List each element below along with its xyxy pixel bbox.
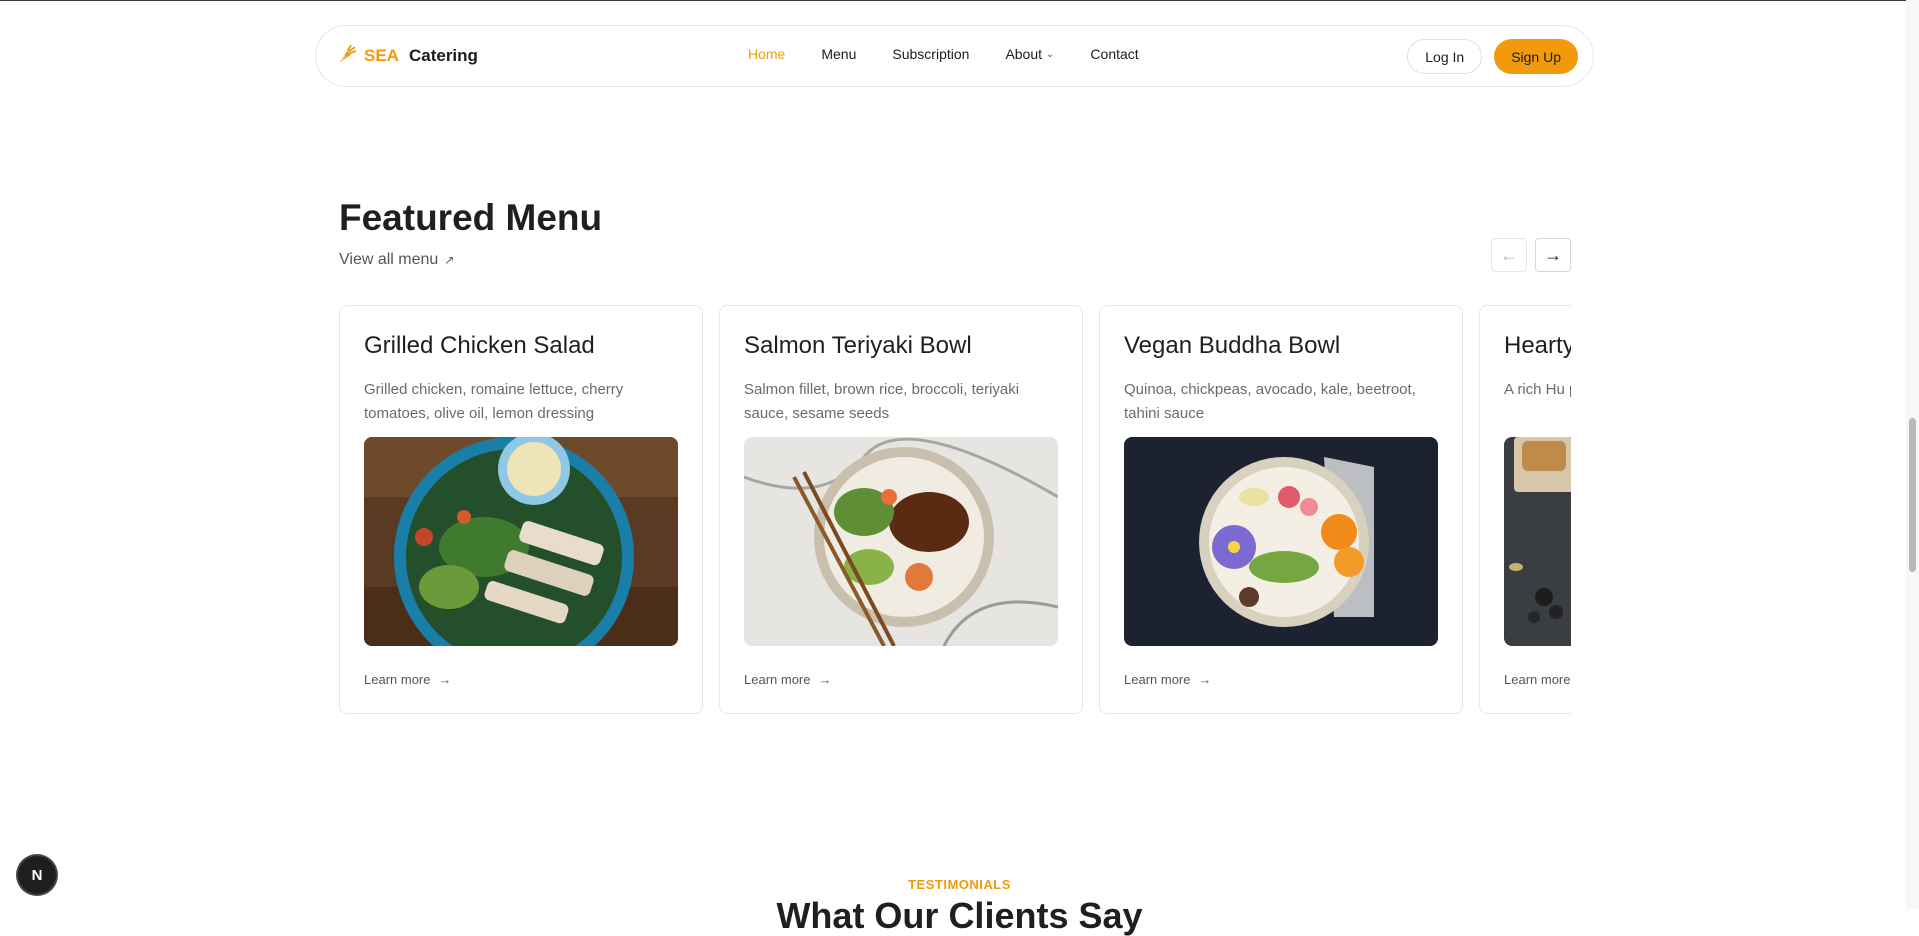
n-logo-icon: N [31, 866, 43, 884]
page-scrollbar[interactable] [1906, 0, 1919, 909]
arrow-left-icon: ← [1500, 244, 1518, 265]
arrow-right-icon: → [1198, 672, 1212, 687]
card-description: A rich Hu paprika, p [1504, 381, 1571, 398]
stew-image [1504, 437, 1571, 646]
brand-accent: SEA [364, 46, 399, 65]
arrow-up-right-icon: ↗ [444, 253, 455, 267]
learn-more-link[interactable]: Learn more → [744, 672, 831, 687]
learn-more-link[interactable]: Learn more → [1504, 672, 1571, 687]
menu-card: Salmon Teriyaki Bowl Salmon fillet, brow… [719, 305, 1083, 714]
card-description: Salmon fillet, brown rice, broccoli, ter… [744, 381, 1020, 422]
testimonials-eyebrow: TESTIMONIALS [908, 877, 1011, 892]
arrow-right-icon: → [1544, 244, 1562, 265]
learn-more-label: Learn more [1504, 672, 1571, 687]
brand-name: Catering [408, 46, 478, 65]
card-description: Quinoa, chickpeas, avocado, kale, beetro… [1124, 381, 1416, 422]
carrot-icon [336, 43, 358, 70]
menu-card: Vegan Buddha Bowl Quinoa, chickpeas, avo… [1099, 305, 1463, 714]
carousel-prev-button[interactable]: ← [1491, 238, 1527, 272]
nextjs-dev-badge[interactable]: N [18, 856, 56, 894]
nav-contact[interactable]: Contact [1090, 46, 1138, 62]
signup-button[interactable]: Sign Up [1494, 39, 1578, 74]
auth-buttons: Log In Sign Up [1407, 39, 1578, 74]
card-description: Grilled chicken, romaine lettuce, cherry… [364, 381, 624, 422]
window-top-border [0, 0, 1919, 1]
arrow-right-icon: → [818, 672, 832, 687]
learn-more-label: Learn more [744, 672, 811, 687]
nav-about[interactable]: About ⌄ [1005, 46, 1054, 62]
learn-more-label: Learn more [364, 672, 431, 687]
view-all-label: View all menu [339, 251, 439, 268]
section-title: Featured Menu [339, 197, 603, 238]
nav-about-label: About [1005, 46, 1043, 62]
main-nav: Home Menu Subscription About ⌄ Contact [748, 46, 1139, 62]
testimonials-heading: What Our Clients Say [776, 895, 1143, 936]
arrow-right-icon: → [438, 672, 452, 687]
salmon-bowl-image [744, 437, 1058, 646]
chicken-salad-image [364, 437, 678, 646]
navbar: SEA Catering Home Menu Subscription Abou… [315, 25, 1594, 87]
menu-carousel: Grilled Chicken Salad Grilled chicken, r… [339, 305, 1571, 715]
brand-logo[interactable]: SEA Catering [336, 44, 478, 68]
learn-more-link[interactable]: Learn more → [1124, 672, 1211, 687]
card-title: Grilled Chicken Salad [364, 332, 595, 359]
nav-menu[interactable]: Menu [821, 46, 856, 62]
buddha-bowl-image [1124, 437, 1438, 646]
learn-more-link[interactable]: Learn more → [364, 672, 451, 687]
nav-subscription[interactable]: Subscription [892, 46, 969, 62]
learn-more-label: Learn more [1124, 672, 1191, 687]
chevron-down-icon: ⌄ [1046, 48, 1055, 60]
carousel-next-button[interactable]: → [1535, 238, 1571, 272]
login-button[interactable]: Log In [1407, 39, 1483, 74]
view-all-menu-link[interactable]: View all menu ↗ [339, 251, 454, 269]
menu-card: Hearty A rich Hu paprika, p Learn more → [1479, 305, 1571, 714]
card-title: Vegan Buddha Bowl [1124, 332, 1341, 359]
menu-card: Grilled Chicken Salad Grilled chicken, r… [339, 305, 703, 714]
card-title: Hearty [1504, 332, 1571, 359]
nav-home[interactable]: Home [748, 46, 785, 62]
card-title: Salmon Teriyaki Bowl [744, 332, 972, 359]
scrollbar-thumb[interactable] [1909, 418, 1916, 572]
